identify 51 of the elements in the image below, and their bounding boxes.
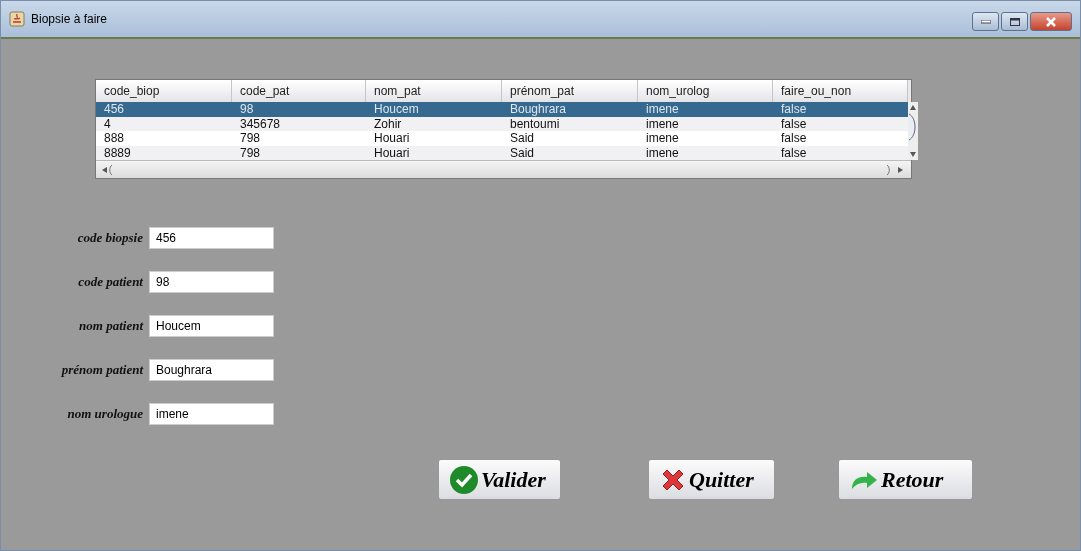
- table-cell-text: 4: [103, 116, 112, 131]
- field-label: code patient: [77, 274, 144, 290]
- action-button[interactable]: Quitter: [648, 459, 775, 500]
- table-row[interactable]: 456 98 Houcem Boughrara imene false: [96, 102, 908, 117]
- input-field[interactable]: imene: [149, 403, 274, 425]
- field-label: nom patient: [78, 318, 145, 334]
- app-icon: [9, 11, 25, 27]
- window-title: Biopsie à faire: [31, 12, 109, 26]
- table-cell-text: Zohir: [373, 116, 403, 131]
- input-field[interactable]: Houcem: [149, 315, 274, 337]
- table-cell-text: false: [780, 145, 808, 160]
- input-field[interactable]: Boughrara: [149, 359, 274, 381]
- table-cell-text: imene: [645, 116, 680, 131]
- table-cell-text: 8889: [103, 145, 132, 160]
- table-cell-text: Said: [509, 145, 536, 160]
- table-cell-text: 798: [239, 131, 262, 146]
- table-cell-text: 456: [103, 102, 126, 117]
- table-cell-text: false: [780, 131, 808, 146]
- action-button[interactable]: Retour: [838, 459, 973, 500]
- table-cell-text: Houari: [373, 131, 411, 146]
- table-cell-text: imene: [645, 102, 680, 117]
- scroll-left-icon: [100, 163, 114, 176]
- minimize-button[interactable]: [972, 12, 999, 31]
- table-cell-text: bentoumi: [509, 116, 561, 131]
- close-button[interactable]: [1030, 12, 1072, 31]
- horizontal-scrollbar[interactable]: [96, 160, 911, 178]
- table-cell-text: Houari: [373, 145, 411, 160]
- check-icon: [449, 464, 479, 495]
- field-label: code biopsie: [76, 230, 144, 246]
- table-row[interactable]: 888 798 Houari Said imene false: [96, 131, 908, 146]
- maximize-button[interactable]: [1001, 12, 1028, 31]
- table-cell-text: 345678: [239, 116, 282, 131]
- input-field[interactable]: 98: [149, 271, 274, 293]
- table-cell-text: 888: [103, 131, 126, 146]
- table-cell-text: 98: [239, 102, 255, 117]
- vertical-scrollbar[interactable]: [908, 102, 918, 160]
- field-label: nom urologue: [66, 406, 144, 422]
- minimize-icon: [980, 19, 991, 24]
- table-cell-text: imene: [645, 131, 680, 146]
- table-cell-text: Houcem: [373, 102, 420, 117]
- table-cell-text: 798: [239, 145, 262, 160]
- table-cell-text: imene: [645, 145, 680, 160]
- input-field[interactable]: 456: [149, 227, 274, 249]
- close-icon: [1045, 16, 1057, 27]
- table-cell-text: Boughrara: [509, 102, 568, 117]
- maximize-icon: [1009, 17, 1020, 26]
- action-button[interactable]: Valider: [438, 459, 561, 500]
- table-cell-text: Said: [509, 131, 536, 146]
- table-cell-text: false: [780, 102, 808, 117]
- field-label: prénom patient: [60, 362, 145, 378]
- table-cell-text: false: [780, 116, 808, 131]
